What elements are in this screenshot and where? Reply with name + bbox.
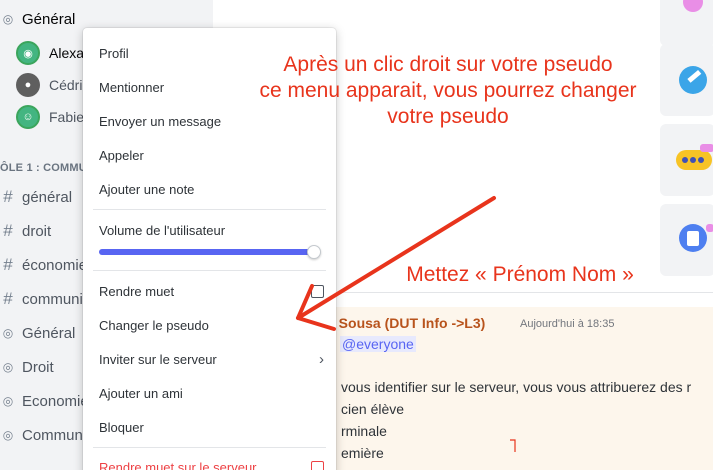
arrow-line xyxy=(296,196,496,320)
annotation-arrows xyxy=(296,196,496,331)
screen: ◎ Général ◉ Alexa ● Cédric ☺ Fabien ÔLE … xyxy=(0,0,713,470)
